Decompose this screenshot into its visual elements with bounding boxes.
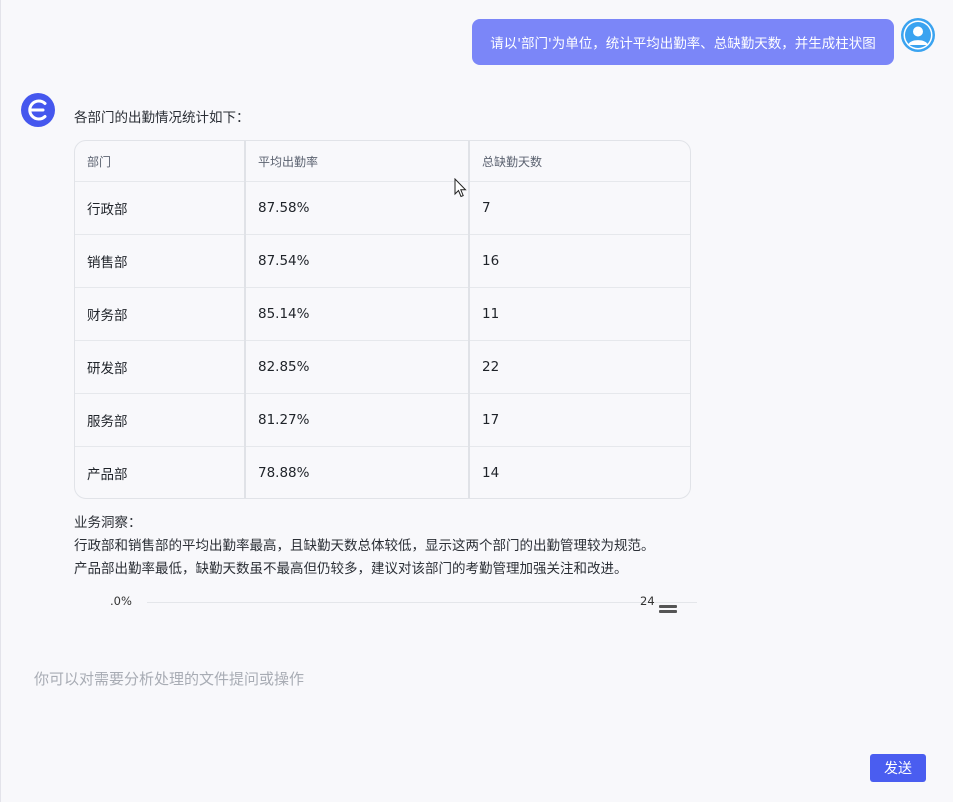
cell-avg-attendance: 82.85% — [244, 340, 469, 394]
table-row: 服务部 81.27% 17 — [75, 393, 690, 447]
table-row: 行政部 87.58% 7 — [75, 181, 690, 235]
mouse-cursor-icon — [454, 178, 467, 198]
insight-line: 行政部和销售部的平均出勤率最高，且缺勤天数总体较低，显示这两个部门的出勤管理较为… — [74, 538, 655, 554]
table-row: 研发部 82.85% 22 — [75, 340, 690, 394]
cell-total-absence: 22 — [468, 340, 690, 394]
user-icon[interactable] — [901, 18, 935, 52]
cell-avg-attendance: 87.54% — [244, 234, 469, 288]
cell-total-absence: 14 — [468, 446, 690, 498]
menu-icon[interactable] — [659, 605, 677, 614]
business-insight: 业务洞察： 行政部和销售部的平均出勤率最高，且缺勤天数总体较低，显示这两个部门的… — [74, 512, 655, 581]
table-row: 产品部 78.88% 14 — [75, 446, 690, 498]
cell-avg-attendance: 85.14% — [244, 287, 469, 341]
chart-preview-strip: .0% 24 — [74, 592, 697, 616]
insight-line: 产品部出勤率最低，缺勤天数虽不最高但仍较多，建议对该部门的考勤管理加强关注和改进… — [74, 561, 628, 577]
header-avg-attendance: 平均出勤率 — [244, 141, 469, 182]
table-header-row: 部门 平均出勤率 总缺勤天数 — [75, 141, 690, 182]
cell-department: 研发部 — [75, 340, 245, 394]
cell-total-absence: 17 — [468, 393, 690, 447]
cell-avg-attendance: 87.58% — [244, 181, 469, 235]
header-department: 部门 — [75, 141, 245, 182]
user-message-bubble: 请以'部门'为单位，统计平均出勤率、总缺勤天数，并生成柱状图 — [472, 19, 894, 65]
cell-department: 行政部 — [87, 202, 128, 218]
send-button[interactable]: 发送 — [870, 754, 926, 782]
cell-total-absence: 16 — [468, 234, 690, 288]
cell-department: 产品部 — [75, 446, 245, 498]
message-input[interactable]: 你可以对需要分析处理的文件提问或操作 — [34, 668, 304, 689]
assistant-intro-text: 各部门的出勤情况统计如下： — [74, 110, 250, 126]
cell-department: 服务部 — [75, 393, 245, 447]
table-row: 财务部 85.14% 11 — [75, 287, 690, 341]
header-total-absence: 总缺勤天数 — [468, 141, 690, 182]
cell-avg-attendance: 81.27% — [244, 393, 469, 447]
user-message-text: 请以'部门'为单位，统计平均出勤率、总缺勤天数，并生成柱状图 — [490, 36, 876, 52]
stats-table: 部门 平均出勤率 总缺勤天数 行政部 87.58% 7 销售部 87.54% 1… — [74, 140, 691, 499]
cell-department: 销售部 — [75, 234, 245, 288]
chart-axis-label-left: .0% — [110, 594, 132, 608]
chart-gridline — [147, 602, 697, 603]
table-row: 销售部 87.54% 16 — [75, 234, 690, 288]
cell-total-absence: 11 — [468, 287, 690, 341]
cell-department: 财务部 — [75, 287, 245, 341]
app-logo-icon — [21, 93, 55, 127]
cell-total-absence: 7 — [468, 181, 690, 235]
chart-axis-label-right: 24 — [640, 594, 655, 608]
insight-title: 业务洞察： — [74, 515, 142, 531]
cell-avg-attendance: 78.88% — [244, 446, 469, 498]
